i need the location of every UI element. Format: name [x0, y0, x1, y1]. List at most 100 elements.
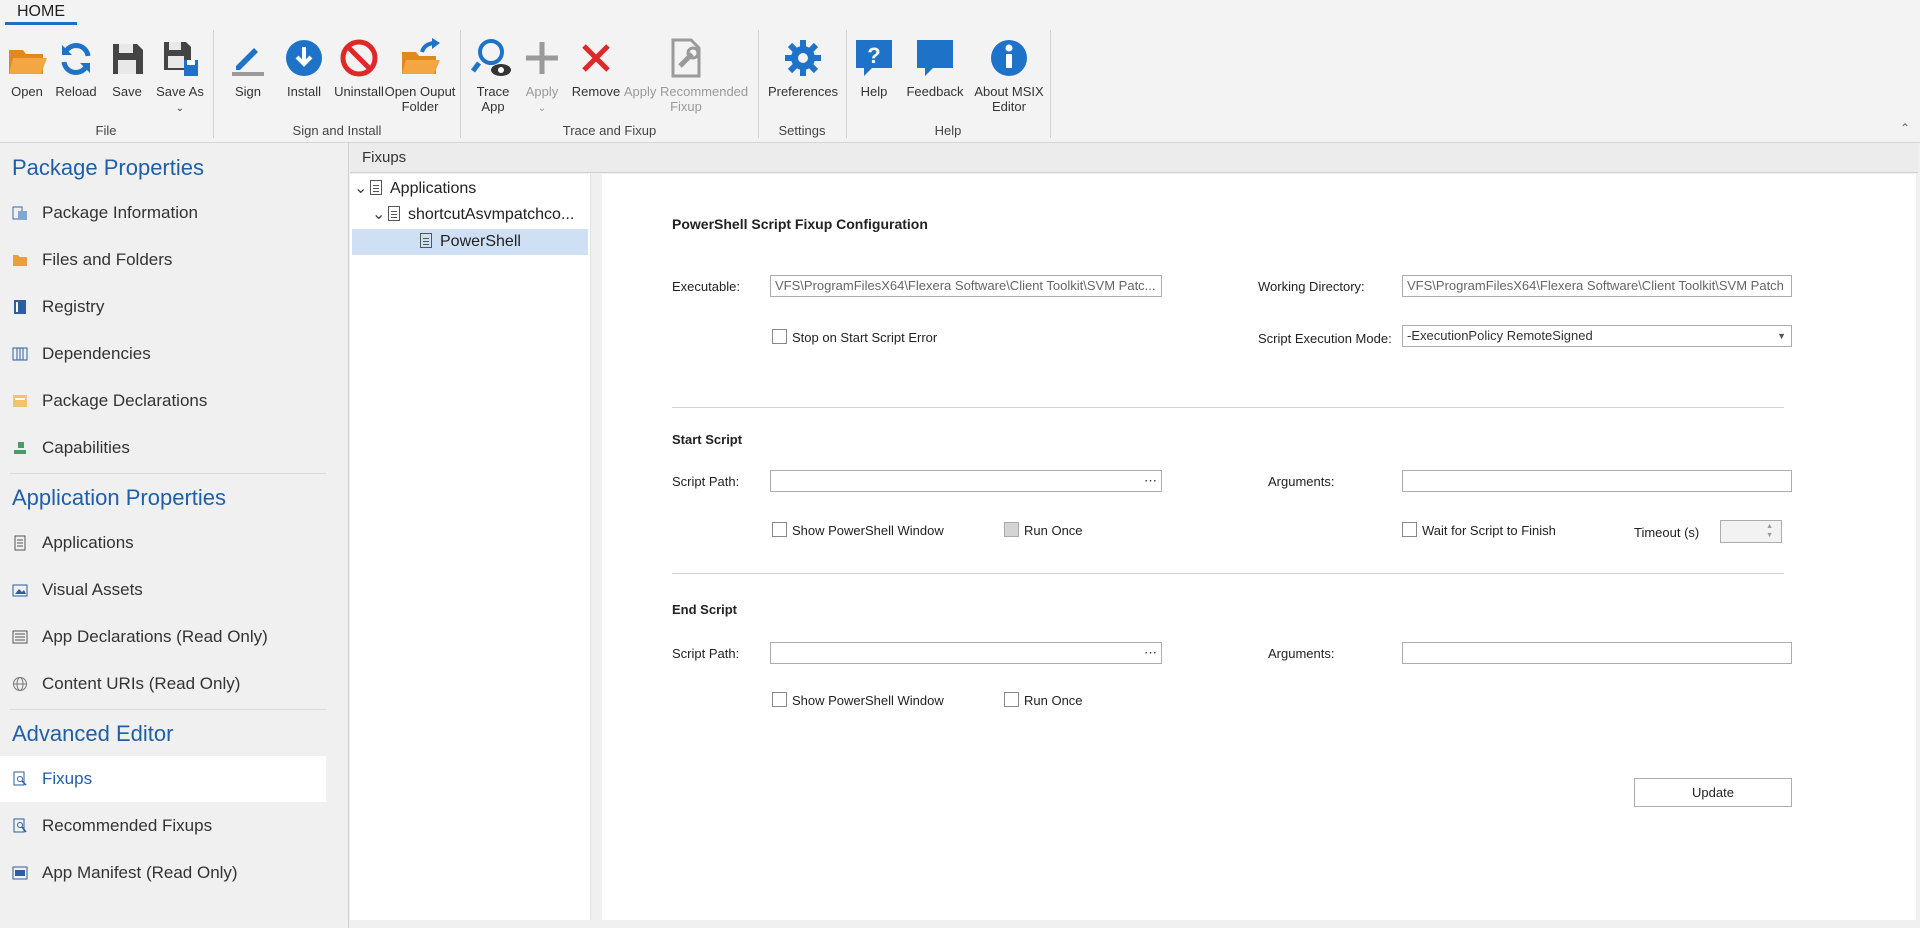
wait-finish-checkbox[interactable] [1402, 522, 1417, 537]
reload-label: Reload [55, 84, 97, 99]
start-script-heading: Start Script [672, 432, 743, 447]
sidebar-item-package-information[interactable]: Package Information [0, 190, 326, 236]
tab-home[interactable]: HOME [5, 0, 77, 25]
save-as-button[interactable]: Save As ⌄ [155, 36, 205, 116]
declarations-icon [13, 395, 27, 407]
remove-button[interactable]: Remove [567, 36, 625, 99]
recommended-fixups-icon [13, 818, 27, 833]
chevron-down-icon[interactable]: ⌄ [372, 202, 388, 228]
start-arguments-input[interactable] [1402, 470, 1792, 492]
save-as-icon [164, 42, 198, 76]
start-show-window-checkbox[interactable] [772, 522, 787, 537]
sidebar-item-app-declarations[interactable]: App Declarations (Read Only) [0, 614, 326, 660]
start-run-once-checkbox[interactable] [1004, 522, 1019, 537]
open-output-folder-icon [402, 38, 440, 74]
start-script-path-input[interactable]: ⋯ [770, 470, 1162, 492]
sidebar-item-applications[interactable]: Applications [0, 520, 326, 566]
about-button[interactable]: About MSIX Editor [969, 36, 1049, 114]
tree-node-label: shortcutAsvmpatchco... [408, 206, 575, 223]
reload-button[interactable]: Reload [53, 36, 99, 99]
collapse-ribbon-icon[interactable]: ⌃ [1900, 121, 1910, 135]
help-group: ? Help Feedback About MSIX Editor Help [847, 28, 1049, 140]
sidebar-item-registry[interactable]: Registry [0, 284, 326, 330]
svg-text:?: ? [867, 43, 880, 68]
executable-field[interactable]: VFS\ProgramFilesX64\Flexera Software\Cli… [770, 275, 1162, 297]
exec-mode-dropdown[interactable]: -ExecutionPolicy RemoteSigned ▼ [1402, 325, 1792, 347]
fixup-config-panel: PowerShell Script Fixup Configuration Ex… [602, 174, 1916, 920]
timeout-stepper[interactable]: ▲ ▼ [1720, 520, 1782, 543]
open-output-label-1: Open Ouput [384, 84, 456, 99]
apply-recommended-fixup-button[interactable]: Apply Recommended Fixup [623, 36, 749, 114]
divider [672, 573, 1784, 574]
open-button[interactable]: Open [4, 36, 50, 99]
trace-label-1: Trace [476, 84, 510, 99]
app-declarations-icon [12, 630, 28, 644]
visual-assets-icon [12, 584, 28, 597]
sidebar-item-files-and-folders[interactable]: Files and Folders [0, 237, 326, 283]
sidebar-item-package-declarations[interactable]: Package Declarations [0, 378, 326, 424]
sidebar-item-label: Capabilities [42, 438, 130, 457]
working-directory-field[interactable]: VFS\ProgramFilesX64\Flexera Software\Cli… [1402, 275, 1792, 297]
start-arguments-label: Arguments: [1268, 474, 1335, 489]
sidebar-item-content-uris[interactable]: Content URIs (Read Only) [0, 661, 326, 707]
exec-mode-value: -ExecutionPolicy RemoteSigned [1407, 328, 1593, 343]
working-directory-label: Working Directory: [1258, 279, 1365, 294]
tree-node-label: PowerShell [440, 233, 521, 250]
end-script-path-label: Script Path: [672, 646, 740, 661]
registry-icon [14, 300, 26, 314]
sidebar-item-label: Fixups [42, 769, 93, 788]
section-application-properties: Application Properties [12, 485, 227, 510]
browse-ellipsis-icon[interactable]: ⋯ [1144, 643, 1157, 663]
remove-label: Remove [571, 84, 621, 99]
tree-node-label: Applications [390, 180, 477, 197]
sidebar-item-dependencies[interactable]: Dependencies [0, 331, 326, 377]
end-arguments-input[interactable] [1402, 642, 1792, 664]
preferences-button[interactable]: Preferences [761, 36, 845, 99]
sign-install-group-label: Sign and Install [292, 123, 382, 138]
sidebar-item-recommended-fixups[interactable]: Recommended Fixups [0, 803, 326, 849]
end-show-window-checkbox[interactable] [772, 692, 787, 707]
save-as-label: Save As [156, 84, 204, 99]
plus-icon [526, 42, 558, 74]
end-script-heading: End Script [672, 602, 738, 617]
package-info-icon [12, 206, 27, 220]
trace-fixup-group-label: Trace and Fixup [562, 123, 657, 138]
sign-pen-icon [232, 48, 264, 76]
save-button[interactable]: Save [104, 36, 150, 99]
end-script-path-input[interactable]: ⋯ [770, 642, 1162, 664]
remove-x-icon [582, 44, 610, 72]
stepper-down-icon[interactable]: ▼ [1766, 532, 1773, 539]
exec-mode-label: Script Execution Mode: [1258, 331, 1392, 346]
feedback-button[interactable]: Feedback [903, 36, 967, 99]
tree-node-applications[interactable]: ⌄ Applications [354, 176, 586, 202]
stop-on-error-checkbox[interactable] [772, 329, 787, 344]
section-advanced-editor: Advanced Editor [12, 721, 174, 746]
apply-button[interactable]: Apply ⌄ [517, 36, 567, 116]
chevron-down-icon[interactable]: ⌄ [354, 176, 370, 202]
stepper-up-icon[interactable]: ▲ [1766, 523, 1773, 530]
page-title: PowerShell Script Fixup Configuration [672, 216, 928, 232]
feedback-speech-icon [917, 40, 953, 76]
divider [672, 407, 1784, 408]
tree-node-shortcut[interactable]: ⌄ shortcutAsvmpatchco... [372, 202, 586, 228]
tree-node-powershell[interactable]: PowerShell [352, 229, 588, 255]
save-label: Save [112, 84, 142, 99]
wait-finish-label: Wait for Script to Finish [1422, 523, 1556, 538]
sidebar-item-capabilities[interactable]: Capabilities [0, 425, 326, 471]
trace-app-button[interactable]: Trace App [465, 36, 521, 114]
sidebar-item-visual-assets[interactable]: Visual Assets [0, 567, 326, 613]
end-run-once-checkbox[interactable] [1004, 692, 1019, 707]
help-button[interactable]: ? Help [851, 36, 897, 99]
browse-ellipsis-icon[interactable]: ⋯ [1144, 471, 1157, 491]
update-button[interactable]: Update [1634, 778, 1792, 807]
sidebar-item-fixups[interactable]: Fixups [0, 756, 326, 802]
sign-button[interactable]: Sign [218, 36, 278, 99]
open-output-folder-button[interactable]: Open Ouput Folder [380, 36, 460, 114]
end-show-window-label: Show PowerShell Window [792, 693, 944, 708]
install-button[interactable]: Install [274, 36, 334, 99]
divider [10, 709, 326, 710]
chevron-down-icon: ⌄ [175, 103, 185, 114]
open-output-label-2: Folder [401, 99, 439, 114]
end-arguments-label: Arguments: [1268, 646, 1335, 661]
sidebar-item-app-manifest[interactable]: App Manifest (Read Only) [0, 850, 326, 896]
